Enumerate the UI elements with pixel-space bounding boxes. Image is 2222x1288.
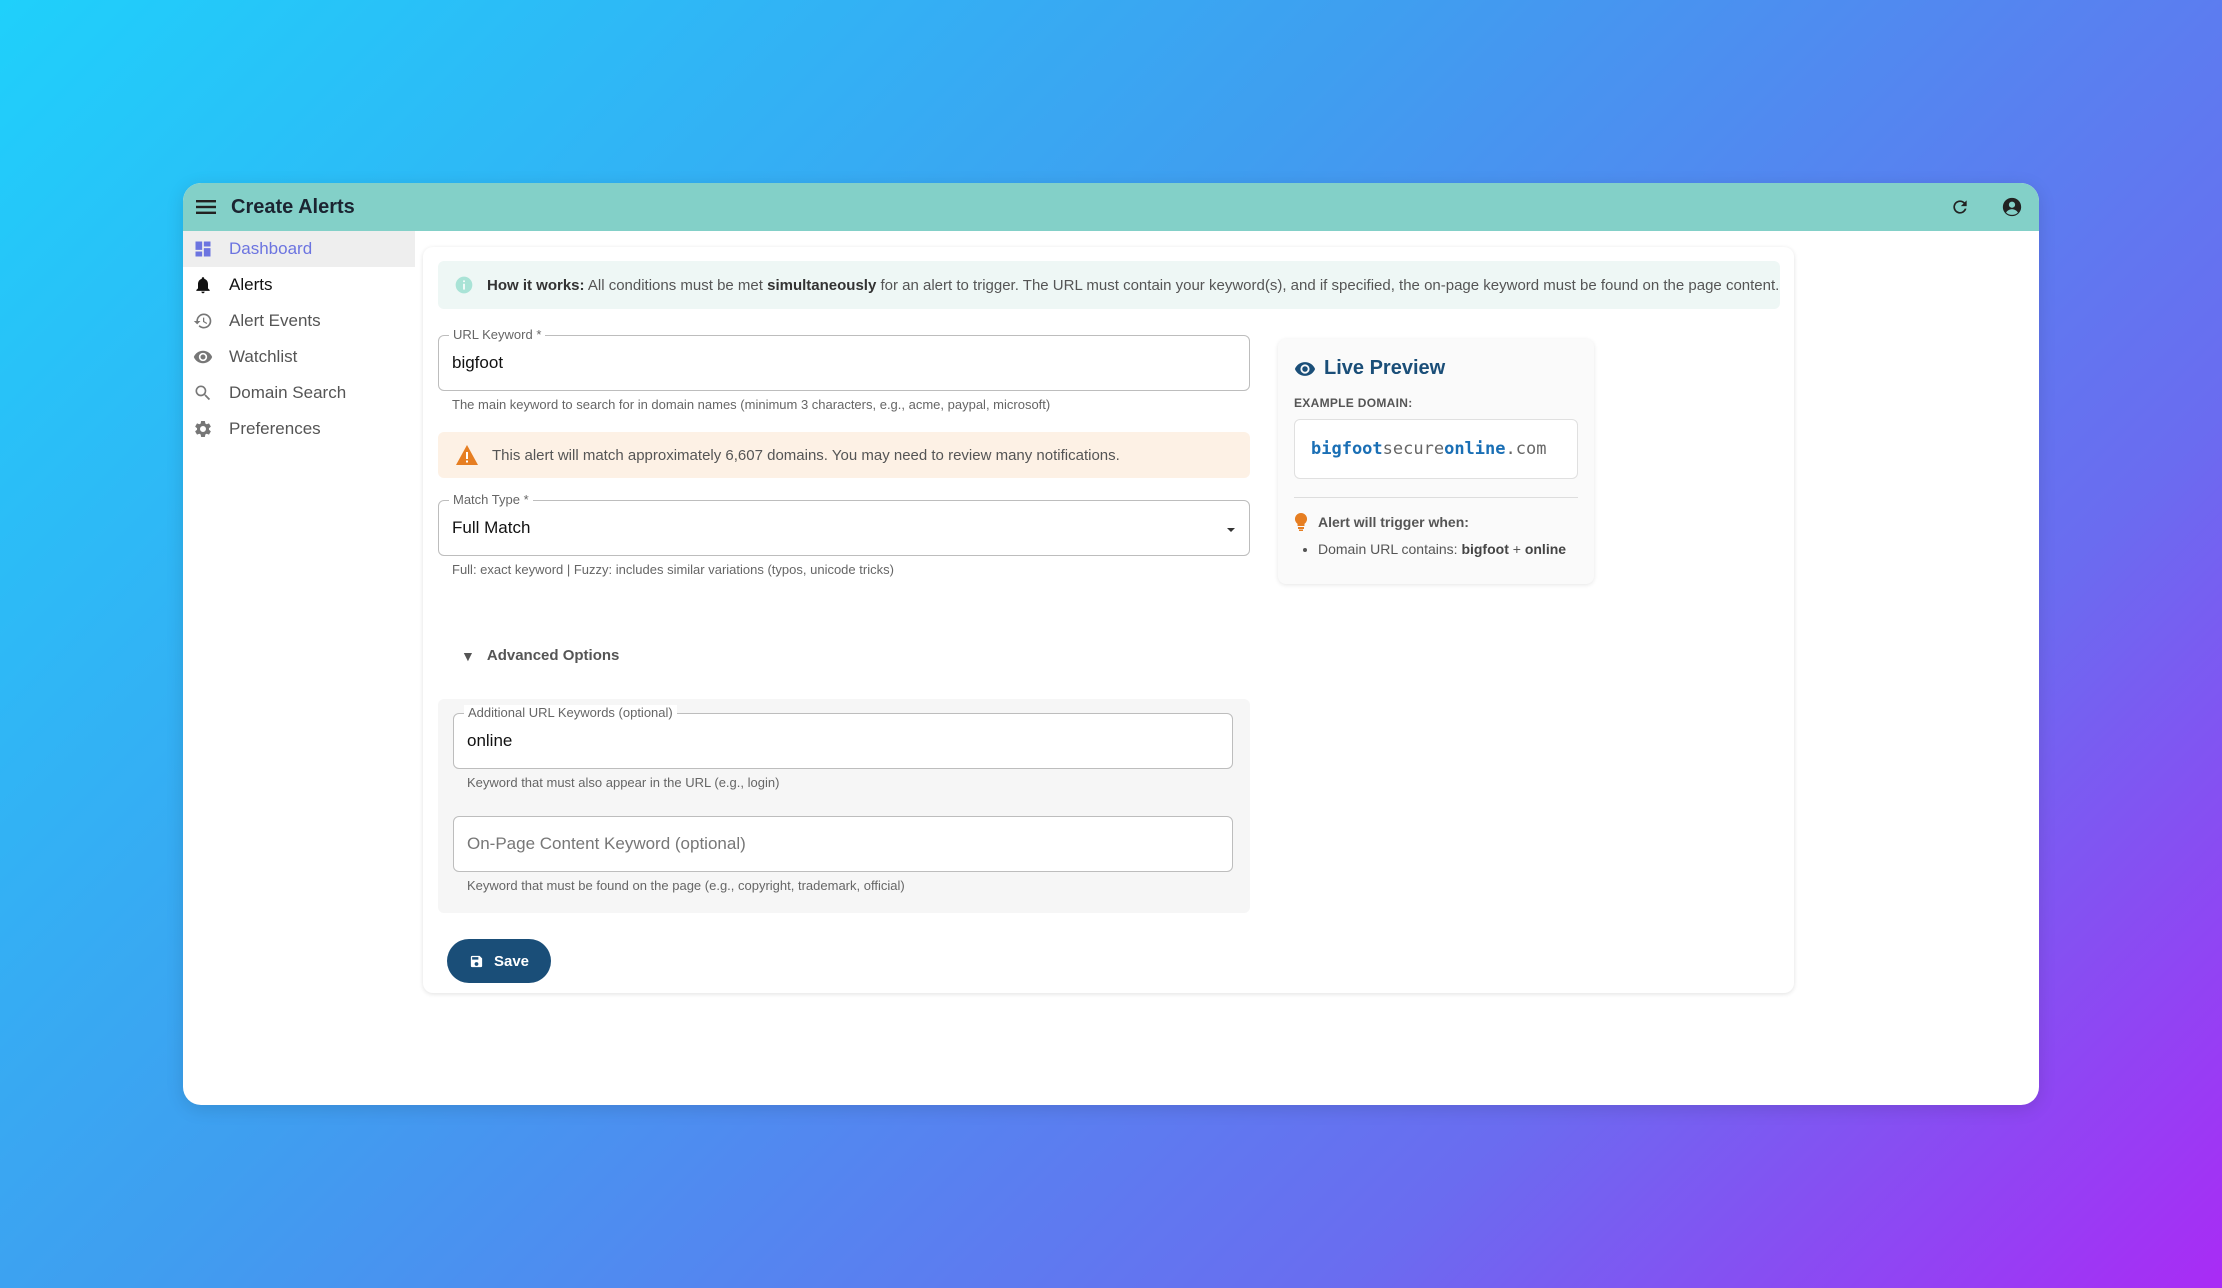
url-keyword-helper: The main keyword to search for in domain… xyxy=(452,397,1051,412)
sidebar-item-domain-search[interactable]: Domain Search xyxy=(183,375,415,411)
domain-keyword-2: online xyxy=(1444,439,1506,459)
additional-keywords-helper: Keyword that must also appear in the URL… xyxy=(467,775,780,790)
example-domain-label: EXAMPLE DOMAIN: xyxy=(1294,396,1413,410)
warning-icon xyxy=(454,442,480,468)
additional-keywords-field[interactable]: Additional URL Keywords (optional) onlin… xyxy=(453,705,1233,769)
lightbulb-icon xyxy=(1294,513,1308,531)
additional-keywords-label: Additional URL Keywords (optional) xyxy=(464,705,677,720)
dashboard-icon xyxy=(191,237,215,261)
floppy-disk-icon xyxy=(469,954,484,969)
create-alert-card: How it works: All conditions must be met… xyxy=(423,247,1794,993)
sidebar-item-watchlist[interactable]: Watchlist xyxy=(183,339,415,375)
advanced-options-panel: Additional URL Keywords (optional) onlin… xyxy=(438,699,1250,913)
onpage-keyword-input[interactable] xyxy=(454,817,1232,871)
additional-keywords-value: online xyxy=(467,731,513,750)
account-icon[interactable] xyxy=(1999,194,2025,220)
url-keyword-field[interactable]: URL Keyword * bigfoot xyxy=(438,327,1250,391)
match-type-select[interactable]: Match Type * Full Match xyxy=(438,492,1250,556)
eye-icon xyxy=(1294,358,1316,380)
sidebar: Dashboard Alerts Alert Events Watchlist … xyxy=(183,231,415,447)
match-count-warning: This alert will match approximately 6,60… xyxy=(438,432,1250,478)
trigger-label: Alert will trigger when: xyxy=(1318,514,1469,530)
eye-icon xyxy=(191,345,215,369)
warning-text: This alert will match approximately 6,60… xyxy=(492,446,1120,464)
example-domain: bigfoot secure online .com xyxy=(1294,419,1578,479)
info-text: How it works: All conditions must be met… xyxy=(487,276,1780,294)
divider xyxy=(1294,497,1578,498)
sidebar-item-label: Domain Search xyxy=(229,383,347,402)
live-preview-panel: Live Preview EXAMPLE DOMAIN: bigfoot secu… xyxy=(1278,339,1594,584)
sidebar-item-dashboard[interactable]: Dashboard xyxy=(183,231,415,267)
sidebar-item-label: Dashboard xyxy=(229,239,313,258)
sidebar-item-label: Alert Events xyxy=(229,311,321,330)
menu-icon[interactable] xyxy=(193,194,219,220)
app-bar: Create Alerts xyxy=(183,183,2039,231)
url-keyword-label: URL Keyword * xyxy=(449,327,546,342)
advanced-options-label: Advanced Options xyxy=(486,647,620,664)
app-window: Create Alerts Dashboard Alerts Alert Eve… xyxy=(183,183,2039,1105)
save-label: Save xyxy=(493,952,530,970)
match-type-value: Full Match xyxy=(452,518,531,537)
gear-icon xyxy=(191,417,215,441)
chevron-down-icon xyxy=(1225,523,1237,541)
onpage-keyword-field[interactable] xyxy=(453,816,1233,872)
page-title: Create Alerts xyxy=(231,195,355,218)
domain-middle: secure xyxy=(1382,439,1445,459)
bell-icon xyxy=(191,273,215,297)
save-button[interactable]: Save xyxy=(447,939,551,983)
sidebar-item-preferences[interactable]: Preferences xyxy=(183,411,415,447)
advanced-options-toggle[interactable]: ▼ Advanced Options xyxy=(461,647,619,664)
info-banner: How it works: All conditions must be met… xyxy=(438,261,1780,309)
domain-tld: .com xyxy=(1505,439,1547,459)
list-item: Domain URL contains: bigfoot + online xyxy=(1318,541,1566,557)
live-preview-title: Live Preview xyxy=(1324,357,1446,379)
history-icon xyxy=(191,309,215,333)
url-keyword-value: bigfoot xyxy=(452,353,504,372)
domain-keyword-1: bigfoot xyxy=(1311,439,1383,459)
sidebar-item-alert-events[interactable]: Alert Events xyxy=(183,303,415,339)
sidebar-item-label: Alerts xyxy=(229,275,273,294)
match-type-helper: Full: exact keyword | Fuzzy: includes si… xyxy=(452,562,894,577)
sidebar-item-label: Watchlist xyxy=(229,347,298,366)
search-icon xyxy=(191,381,215,405)
match-type-label: Match Type * xyxy=(449,492,533,507)
onpage-keyword-helper: Keyword that must be found on the page (… xyxy=(467,878,905,893)
refresh-icon[interactable] xyxy=(1947,194,1973,220)
info-icon xyxy=(453,274,475,296)
trigger-conditions: Domain URL contains: bigfoot + online xyxy=(1318,541,1566,557)
sidebar-item-alerts[interactable]: Alerts xyxy=(183,267,415,303)
sidebar-item-label: Preferences xyxy=(229,419,321,438)
triangle-down-icon: ▼ xyxy=(461,647,475,664)
